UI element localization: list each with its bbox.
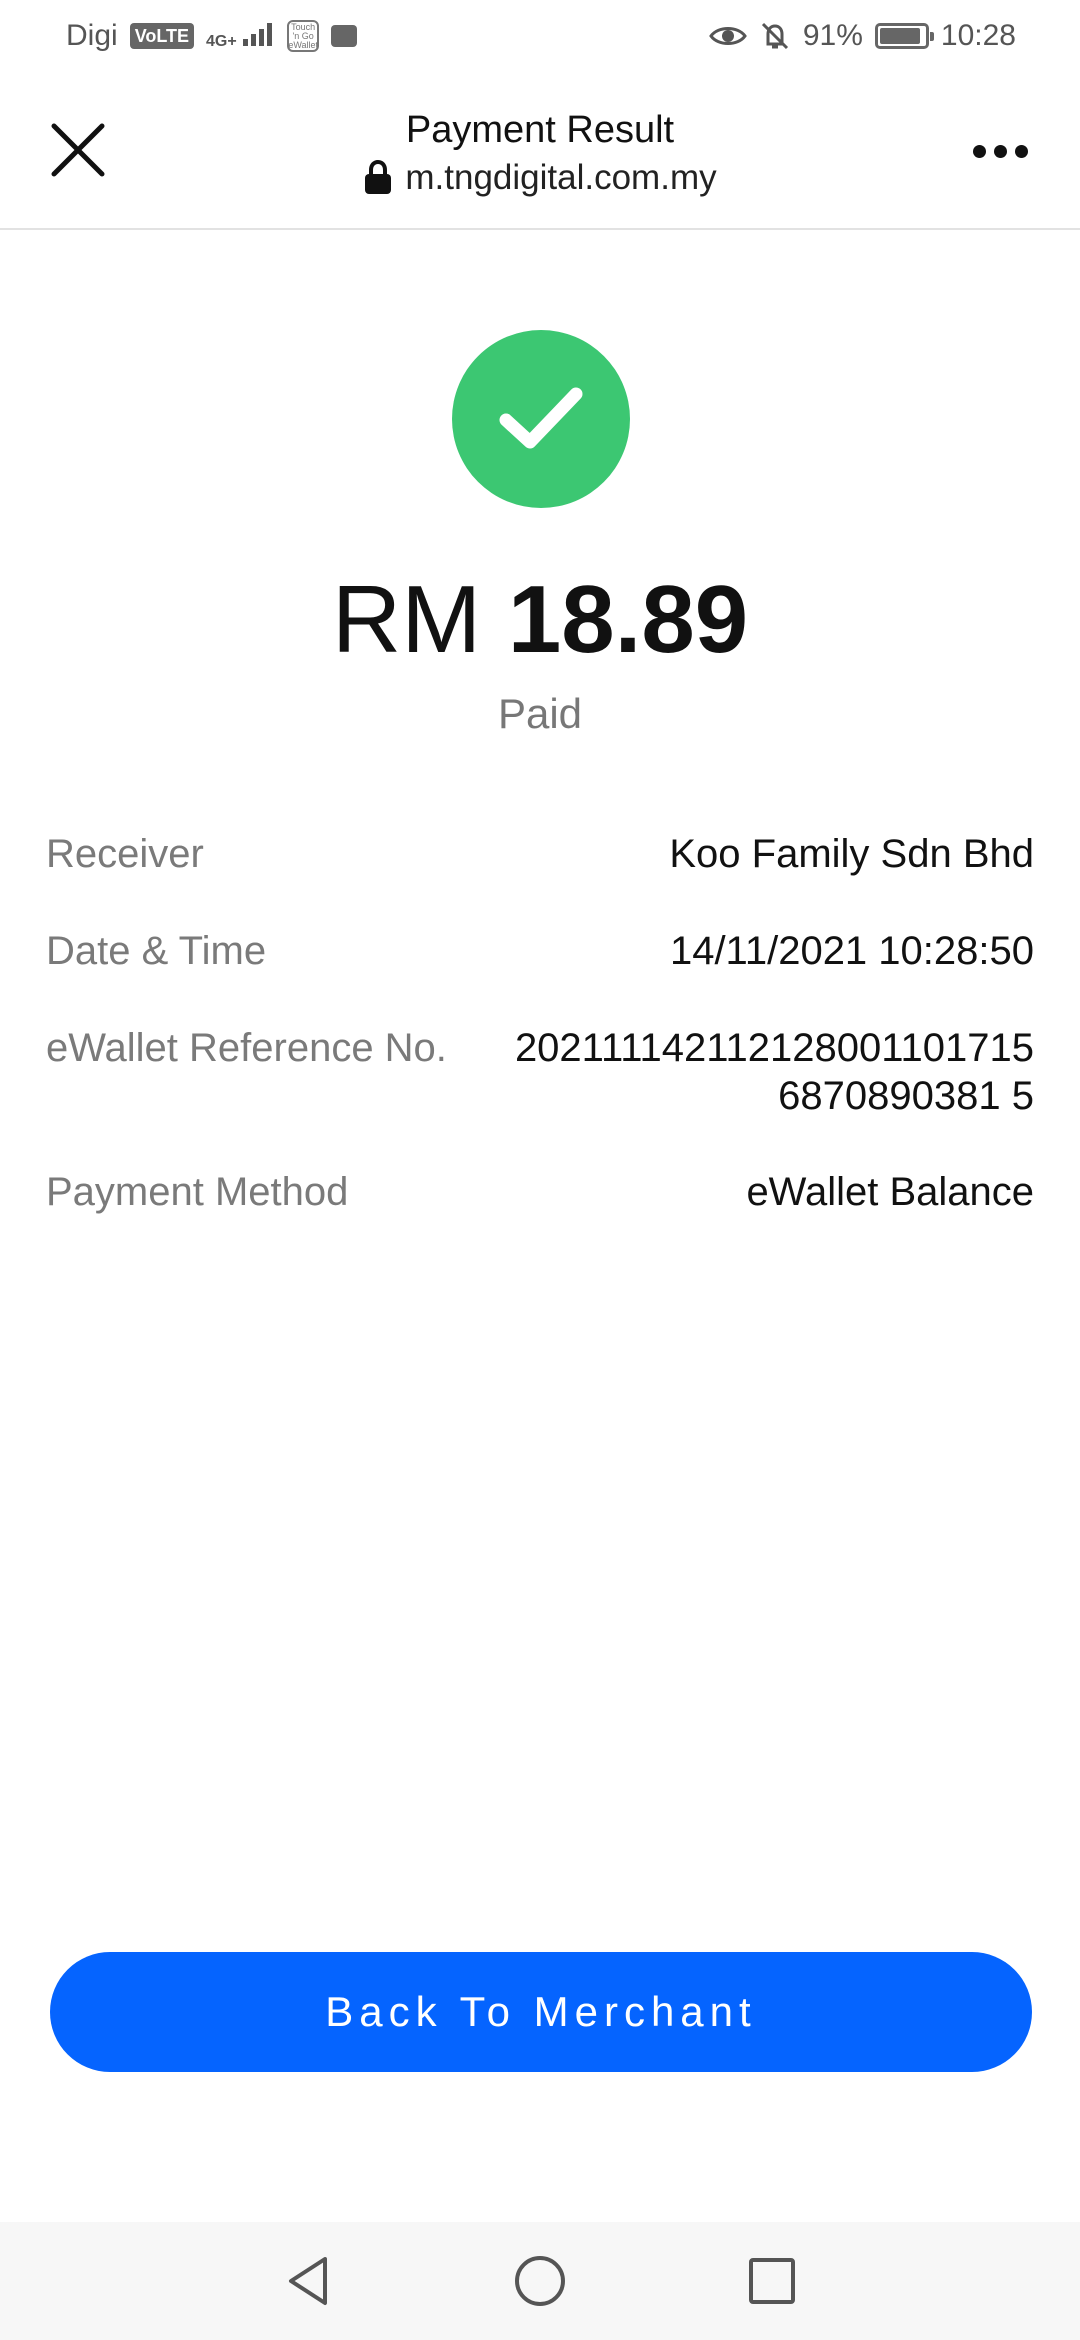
detail-row-receiver: Receiver Koo Family Sdn Bhd <box>46 830 1034 878</box>
tng-wallet-label: Touch 'n Go eWallet <box>288 21 318 50</box>
home-circle-icon <box>515 2256 565 2306</box>
back-to-merchant-button[interactable]: Back To Merchant <box>50 1952 1032 2072</box>
detail-label: Receiver <box>46 832 204 876</box>
amount-value: 18.89 <box>507 566 749 673</box>
payment-details: Receiver Koo Family Sdn Bhd Date & Time … <box>46 830 1034 1216</box>
webview-header: Payment Result m.tngdigital.com.my <box>0 72 1080 230</box>
check-icon <box>499 387 583 449</box>
nav-recents-button[interactable] <box>742 2251 802 2311</box>
bell-off-icon <box>761 22 788 50</box>
eye-icon <box>709 27 747 45</box>
detail-value: 2021111421121280011017156870890381 5 <box>514 1026 1034 1118</box>
tng-wallet-icon: Touch 'n Go eWallet <box>287 20 320 52</box>
payment-amount: RM 18.89 <box>0 565 1080 675</box>
payment-result-screen: Digi VoLTE 4G+ Touch 'n Go eWallet 91% 1… <box>0 0 1080 2340</box>
payment-status-text: Paid <box>497 690 583 737</box>
nav-home-button[interactable] <box>510 2251 570 2311</box>
detail-row-payment-method: Payment Method eWallet Balance <box>46 1168 1034 1216</box>
page-title: Payment Result <box>405 109 675 151</box>
detail-label: Payment Method <box>46 1170 349 1214</box>
status-bar: Digi VoLTE 4G+ Touch 'n Go eWallet 91% 1… <box>0 0 1080 72</box>
more-icon-dot <box>993 144 1007 158</box>
clock-time: 10:28 <box>940 19 1016 52</box>
close-button[interactable] <box>44 116 112 184</box>
network-type: 4G+ <box>206 33 237 50</box>
system-nav-bar <box>0 2222 1080 2340</box>
back-triangle-icon <box>289 2257 327 2305</box>
nav-back-button[interactable] <box>278 2251 338 2311</box>
header-center: Payment Result m.tngdigital.com.my <box>200 106 880 202</box>
detail-row-reference: eWallet Reference No. 202111142112128001… <box>46 1024 1034 1120</box>
recents-square-icon <box>749 2258 795 2304</box>
url-text: m.tngdigital.com.my <box>405 158 717 197</box>
status-bar-left: Digi VoLTE 4G+ Touch 'n Go eWallet <box>66 19 358 53</box>
detail-value: 14/11/2021 10:28:50 <box>669 929 1034 973</box>
more-options-button[interactable] <box>960 126 1040 176</box>
success-indicator <box>452 330 630 508</box>
detail-value: Koo Family Sdn Bhd <box>669 832 1034 876</box>
detail-label: Date & Time <box>46 929 267 973</box>
close-icon <box>51 123 105 177</box>
carrier-name: Digi <box>66 19 118 52</box>
detail-label: eWallet Reference No. <box>46 1026 447 1070</box>
message-icon <box>331 25 358 47</box>
detail-row-date-time: Date & Time 14/11/2021 10:28:50 <box>46 927 1034 975</box>
battery-level-fill <box>879 28 920 44</box>
detail-value: eWallet Balance <box>746 1170 1034 1214</box>
battery-icon <box>874 23 934 49</box>
more-icon-dot <box>1014 144 1028 158</box>
page-url: m.tngdigital.com.my <box>200 154 880 202</box>
battery-percent: 91% <box>802 19 863 52</box>
signal-bars-icon <box>243 23 273 46</box>
volte-badge: VoLTE <box>129 23 195 49</box>
more-icon-dot <box>972 144 986 158</box>
lock-icon <box>365 160 392 194</box>
signal-icon: 4G+ <box>206 22 275 50</box>
status-bar-right: 91% 10:28 <box>709 19 1016 53</box>
currency-label: RM <box>331 566 482 673</box>
